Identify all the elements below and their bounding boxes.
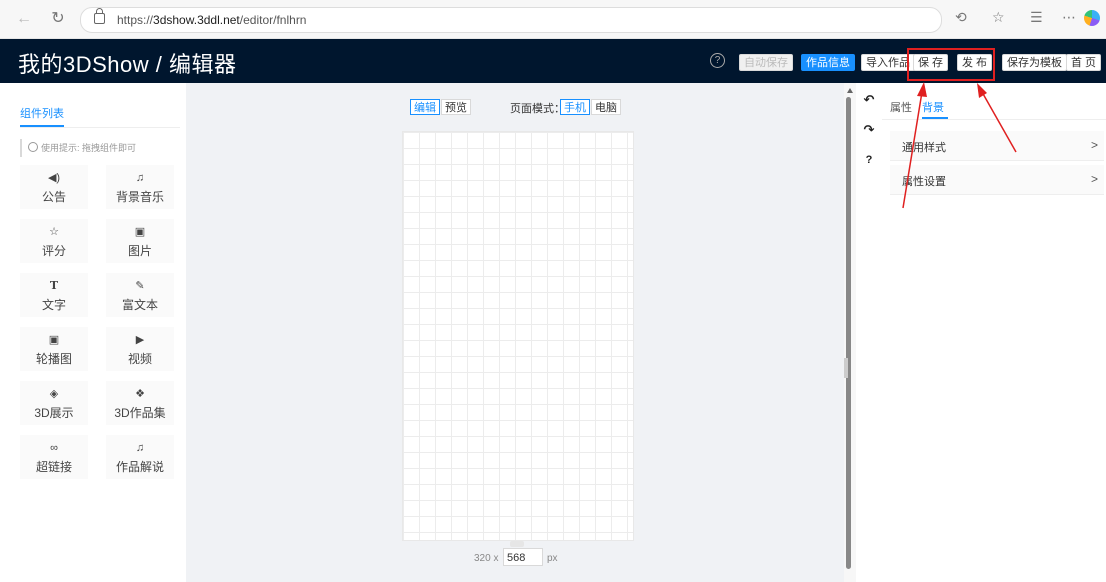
annotation-arrows [902, 82, 1017, 209]
annotation-arrowhead-left [917, 82, 927, 97]
annotation-arrowhead-right [977, 83, 987, 98]
annotation-arrow-left [902, 91, 923, 209]
annotation-arrow-right [981, 91, 1017, 153]
